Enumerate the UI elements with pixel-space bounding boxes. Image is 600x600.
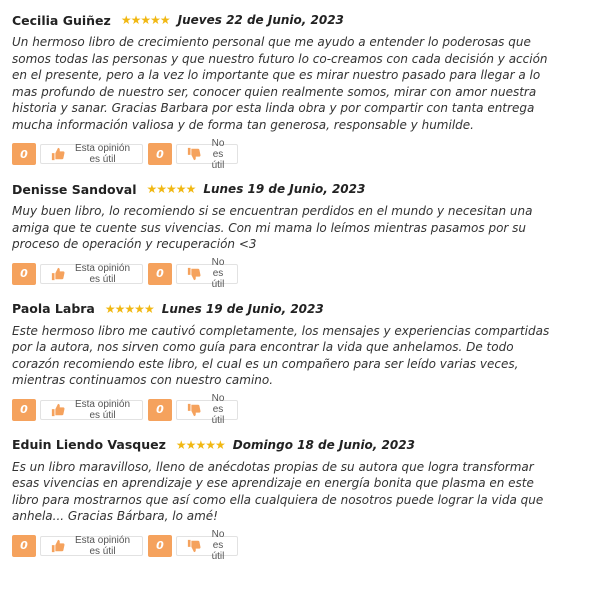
thumbs-up-icon [51, 403, 65, 417]
not-useful-button[interactable]: No es útil [176, 393, 238, 426]
review-text: Muy buen libro, lo recomiendo si se encu… [12, 204, 533, 251]
review-header: Denisse Sandoval ★ ★ ★ ★ ★ Lunes 19 de Junio… [12, 179, 600, 199]
review-header: Paola Labra ★ ★ ★ ★ ★ Lunes 19 de Junio, 202… [12, 299, 600, 319]
review-votes: 0 Esta opinión es útil 0 No es útil [12, 393, 600, 426]
not-useful-label: No es útil [211, 257, 225, 290]
thumbs-up-icon [51, 539, 65, 553]
star-icon: ★ [175, 182, 187, 196]
star-icon: ★ [140, 13, 151, 27]
star-icon: ★ [175, 437, 187, 452]
review-votes: 0 Esta opinión es útil 0 No es útil [12, 257, 600, 290]
star-icon: ★ [156, 182, 167, 196]
useful-vote: 0 Esta opinión es útil [12, 143, 143, 165]
star-icon: ★ [114, 301, 126, 316]
review-item: Paola Labra ★ ★ ★ ★ ★ Lunes 19 de Junio, 202… [12, 299, 600, 426]
thumbs-down-icon [187, 539, 201, 553]
not-useful-button[interactable]: No es útil [176, 257, 238, 290]
star-icon: ★ [195, 437, 206, 452]
star-icon: ★ [146, 182, 158, 196]
reviewer-name: Eduin Liendo Vasquez [12, 437, 166, 452]
useful-count: 0 [12, 398, 36, 421]
useful-vote: 0 Esta opinión es útil [12, 398, 143, 421]
review-date: Jueves 22 de Junio, 2023 [177, 13, 344, 27]
not-useful-label: No es útil [211, 393, 225, 426]
review-date: Lunes 19 de Junio, 2023 [161, 301, 324, 316]
review-header: Cecilia Guiñez ★ ★ ★ ★ ★ Jueves 22 de Junio,… [12, 10, 600, 30]
reviewer-name: Denisse Sandoval [12, 181, 137, 197]
useful-count: 0 [12, 143, 36, 165]
review-text: Un hermoso libro de crecimiento personal… [12, 35, 548, 132]
not-useful-count: 0 [148, 534, 172, 557]
not-useful-button[interactable]: No es útil [176, 529, 238, 562]
useful-count: 0 [12, 534, 36, 557]
not-useful-vote: 0 No es útil [148, 138, 238, 171]
thumbs-down-icon [187, 267, 201, 281]
star-icon: ★ [150, 13, 161, 27]
not-useful-vote: 0 No es útil [148, 529, 238, 562]
useful-vote: 0 Esta opinión es útil [12, 262, 143, 285]
star-rating: ★ ★ ★ ★ ★ [146, 182, 197, 196]
useful-button[interactable]: Esta opinión es útil [40, 534, 143, 557]
review-date: Lunes 19 de Junio, 2023 [203, 182, 366, 196]
useful-button[interactable]: Esta opinión es útil [40, 262, 143, 285]
useful-label: Esta opinión es útil [74, 262, 131, 285]
review-votes: 0 Esta opinión es útil 0 No es útil [12, 529, 600, 562]
star-icon: ★ [124, 301, 135, 316]
star-rating: ★ ★ ★ ★ ★ [175, 437, 226, 452]
useful-label: Esta opinión es útil [74, 398, 131, 421]
star-icon: ★ [143, 301, 155, 316]
star-icon: ★ [185, 437, 197, 452]
not-useful-label: No es útil [211, 529, 225, 562]
not-useful-vote: 0 No es útil [148, 393, 238, 426]
thumbs-down-icon [187, 403, 201, 417]
useful-label: Esta opinión es útil [74, 143, 131, 165]
reviews-list: Cecilia Guiñez ★ ★ ★ ★ ★ Jueves 22 de Junio,… [0, 0, 600, 562]
review-header: Eduin Liendo Vasquez ★ ★ ★ ★ ★ Domingo 18 de… [12, 435, 600, 455]
reviewer-name: Cecilia Guiñez [12, 12, 111, 28]
not-useful-count: 0 [148, 398, 172, 421]
reviewer-name: Paola Labra [12, 301, 95, 316]
star-icon: ★ [185, 182, 197, 196]
useful-vote: 0 Esta opinión es útil [12, 534, 143, 557]
not-useful-count: 0 [148, 143, 172, 165]
useful-button[interactable]: Esta opinión es útil [40, 143, 143, 165]
not-useful-vote: 0 No es útil [148, 257, 238, 290]
star-icon: ★ [159, 13, 171, 27]
star-icon: ★ [166, 182, 177, 196]
not-useful-count: 0 [148, 262, 172, 285]
useful-label: Esta opinión es útil [74, 534, 131, 557]
thumbs-up-icon [51, 267, 65, 281]
thumbs-down-icon [187, 147, 201, 161]
star-icon: ★ [130, 13, 142, 27]
review-text: Este hermoso libro me cautivó completame… [12, 323, 550, 388]
star-rating: ★ ★ ★ ★ ★ [104, 301, 155, 316]
review-date: Domingo 18 de Junio, 2023 [232, 437, 415, 452]
not-useful-button[interactable]: No es útil [176, 138, 238, 171]
review-text: Es un libro maravilloso, lleno de anécdo… [12, 459, 544, 524]
star-icon: ★ [214, 437, 226, 452]
not-useful-label: No es útil [211, 137, 225, 171]
star-icon: ★ [104, 301, 116, 316]
star-icon: ★ [134, 301, 145, 316]
review-item: Eduin Liendo Vasquez ★ ★ ★ ★ ★ Domingo 18 de… [12, 435, 600, 562]
review-votes: 0 Esta opinión es útil 0 No es útil [12, 138, 600, 171]
star-icon: ★ [120, 13, 132, 27]
thumbs-up-icon [51, 147, 65, 161]
review-item: Cecilia Guiñez ★ ★ ★ ★ ★ Jueves 22 de Junio,… [12, 10, 600, 171]
star-icon: ★ [205, 437, 216, 452]
useful-button[interactable]: Esta opinión es útil [40, 398, 143, 421]
review-item: Denisse Sandoval ★ ★ ★ ★ ★ Lunes 19 de Junio… [12, 179, 600, 290]
star-rating: ★ ★ ★ ★ ★ [120, 13, 171, 27]
useful-count: 0 [12, 262, 36, 285]
